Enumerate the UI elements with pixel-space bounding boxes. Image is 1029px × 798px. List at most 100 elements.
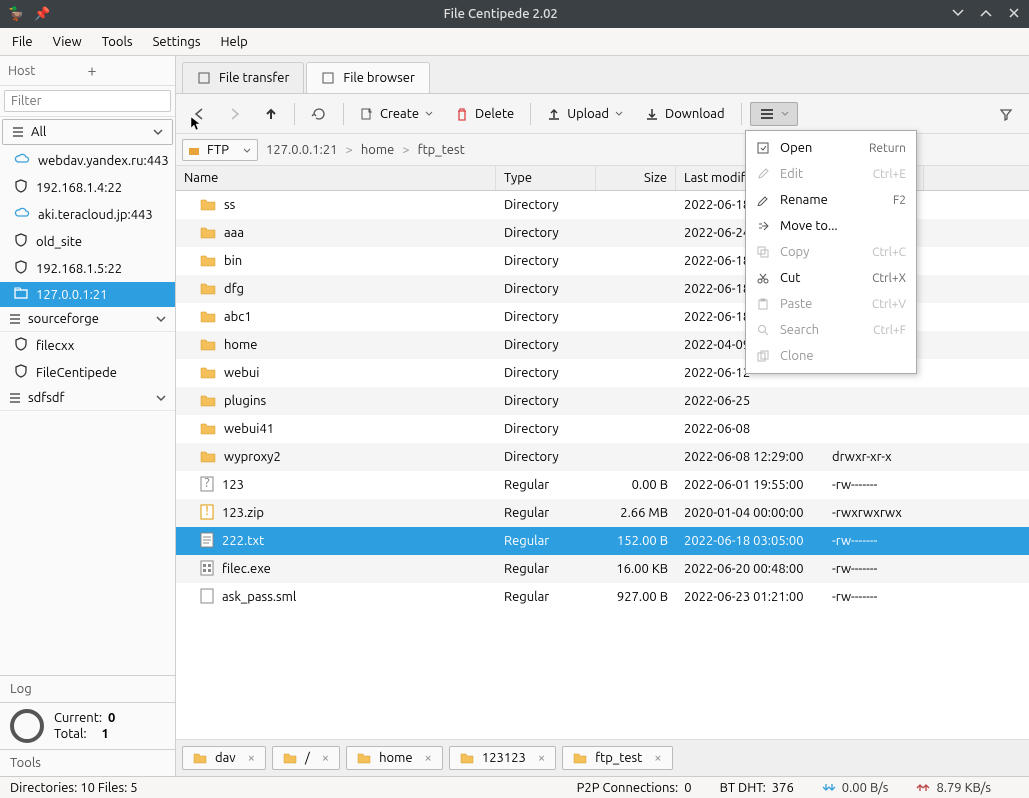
file-name: webui: [224, 366, 259, 380]
menu-item-cut[interactable]: CutCtrl+X: [746, 265, 916, 291]
menu-view[interactable]: View: [45, 31, 90, 53]
toolbar: Create Delete Upload Download: [176, 94, 1029, 134]
menu-button[interactable]: [750, 102, 798, 126]
col-name[interactable]: Name: [176, 166, 496, 190]
pin-icon[interactable]: 📌: [34, 7, 50, 22]
menu-label: Search: [780, 323, 863, 337]
menu-label: Paste: [780, 297, 862, 311]
tab-label: home: [379, 751, 412, 765]
protocol-select[interactable]: FTP: [182, 139, 258, 161]
table-row[interactable]: ask_pass.smlRegular927.00 B2022-06-23 01…: [176, 583, 1029, 611]
col-type[interactable]: Type: [496, 166, 596, 190]
sidebar-host[interactable]: webdav.yandex.ru:443: [0, 147, 175, 174]
dht-value: 376: [772, 781, 794, 795]
log-section[interactable]: Log: [0, 675, 175, 702]
file-perm: -rwxrwxrwx: [824, 502, 924, 524]
file-type: Directory: [496, 194, 596, 216]
sidebar-host[interactable]: aki.teracloud.jp:443: [0, 201, 175, 228]
refresh-button[interactable]: [303, 102, 335, 126]
folder-icon: [200, 253, 216, 270]
table-row[interactable]: wyproxy2Directory2022-06-08 12:29:00drwx…: [176, 443, 1029, 471]
tab-file-browser[interactable]: File browser: [306, 62, 430, 93]
bottom-tab[interactable]: /×: [272, 746, 340, 770]
bottom-tab[interactable]: home ×: [346, 746, 443, 770]
upload-button[interactable]: Upload: [539, 103, 631, 125]
filter-button[interactable]: [991, 103, 1021, 125]
sidebar-host[interactable]: 192.168.1.4:22: [0, 174, 175, 201]
close-tab-icon[interactable]: ×: [654, 751, 661, 765]
close-tab-icon[interactable]: ×: [538, 751, 545, 765]
table-row[interactable]: !123.zipRegular2.66 MB2020-01-04 00:00:0…: [176, 499, 1029, 527]
sidebar-host[interactable]: 127.0.0.1:21: [0, 282, 175, 307]
close-tab-icon[interactable]: ×: [425, 751, 432, 765]
bottom-tab[interactable]: ftp_test×: [562, 746, 672, 770]
file-perm: [824, 397, 924, 405]
table-row[interactable]: filec.exeRegular16.00 KB2022-06-20 00:48…: [176, 555, 1029, 583]
close-tab-icon[interactable]: ×: [322, 751, 329, 765]
menu-label: Clone: [780, 349, 896, 363]
sidebar-host[interactable]: 192.168.1.5:22: [0, 255, 175, 282]
menu-tools[interactable]: Tools: [94, 31, 141, 53]
host-label: filecxx: [36, 339, 74, 353]
file-name: home: [224, 338, 257, 352]
shield-icon: [14, 364, 28, 381]
create-label: Create: [380, 107, 419, 121]
table-row[interactable]: webui41Directory2022-06-08: [176, 415, 1029, 443]
menu-shortcut: Ctrl+C: [872, 246, 906, 259]
sidebar-group-sourceforge[interactable]: sourceforge: [0, 307, 175, 332]
file-modified: 2022-06-23 01:21:00: [676, 586, 824, 608]
menu-item-move-to-[interactable]: Move to...: [746, 213, 916, 239]
table-row[interactable]: 222.txtRegular152.00 B2022-06-18 03:05:0…: [176, 527, 1029, 555]
file-type: Directory: [496, 306, 596, 328]
menu-label: Rename: [780, 193, 883, 207]
sidebar: Host + All webdav.yandex.ru:443192.168.1…: [0, 56, 176, 776]
table-row[interactable]: ?123Regular0.00 B2022-06-01 19:55:00-rw-…: [176, 471, 1029, 499]
sidebar-group-sdfsdf[interactable]: sdfsdf: [0, 386, 175, 411]
breadcrumb-item[interactable]: 127.0.0.1:21: [266, 143, 337, 157]
menu-settings[interactable]: Settings: [145, 31, 209, 53]
file-type: Regular: [496, 558, 596, 580]
folder-icon: [357, 752, 371, 764]
menu-item-clone: Clone: [746, 343, 916, 369]
download-button[interactable]: Download: [637, 103, 733, 125]
file-size: 16.00 KB: [596, 558, 676, 580]
col-size[interactable]: Size: [596, 166, 676, 190]
folder-icon: [283, 752, 297, 764]
forward-button[interactable]: [220, 103, 250, 125]
breadcrumb[interactable]: 127.0.0.1:21>home>ftp_test: [266, 143, 465, 157]
file-type: Regular: [496, 530, 596, 552]
table-row[interactable]: pluginsDirectory2022-06-25: [176, 387, 1029, 415]
add-host-icon[interactable]: +: [88, 62, 168, 80]
delete-button[interactable]: Delete: [447, 103, 522, 125]
menu-shortcut: Ctrl+F: [873, 324, 906, 337]
up-speed: 8.79 KB/s: [936, 781, 991, 795]
bottom-tab[interactable]: dav×: [182, 746, 266, 770]
menu-file[interactable]: File: [4, 31, 41, 53]
menu-help[interactable]: Help: [212, 31, 255, 53]
trash-icon: [455, 107, 469, 121]
minimize-icon[interactable]: [951, 6, 965, 23]
create-button[interactable]: Create: [352, 103, 441, 125]
sidebar-host[interactable]: FileCentipede: [0, 359, 175, 386]
file-name: filec.exe: [222, 562, 271, 576]
close-tab-icon[interactable]: ×: [248, 751, 255, 765]
menu-item-rename[interactable]: RenameF2: [746, 187, 916, 213]
menu-item-open[interactable]: OpenReturn: [746, 135, 916, 161]
close-icon[interactable]: [1007, 6, 1021, 23]
tab-file-transfer[interactable]: File transfer: [182, 62, 304, 93]
filter-input[interactable]: [4, 90, 171, 112]
sidebar-host[interactable]: old_site: [0, 228, 175, 255]
breadcrumb-item[interactable]: home: [361, 143, 394, 157]
host-label: 192.168.1.5:22: [36, 262, 122, 276]
shield-icon: [14, 233, 28, 250]
bottom-tab[interactable]: 123123×: [449, 746, 556, 770]
all-group[interactable]: All: [2, 119, 173, 145]
tools-section[interactable]: Tools: [0, 749, 175, 776]
sidebar-host[interactable]: filecxx: [0, 332, 175, 359]
maximize-icon[interactable]: [979, 6, 993, 23]
svg-text:!: !: [205, 504, 209, 518]
up-button[interactable]: [256, 103, 286, 125]
file-perm: -rw-------: [824, 530, 924, 552]
folder-icon: [188, 145, 200, 157]
breadcrumb-item[interactable]: ftp_test: [418, 143, 465, 157]
